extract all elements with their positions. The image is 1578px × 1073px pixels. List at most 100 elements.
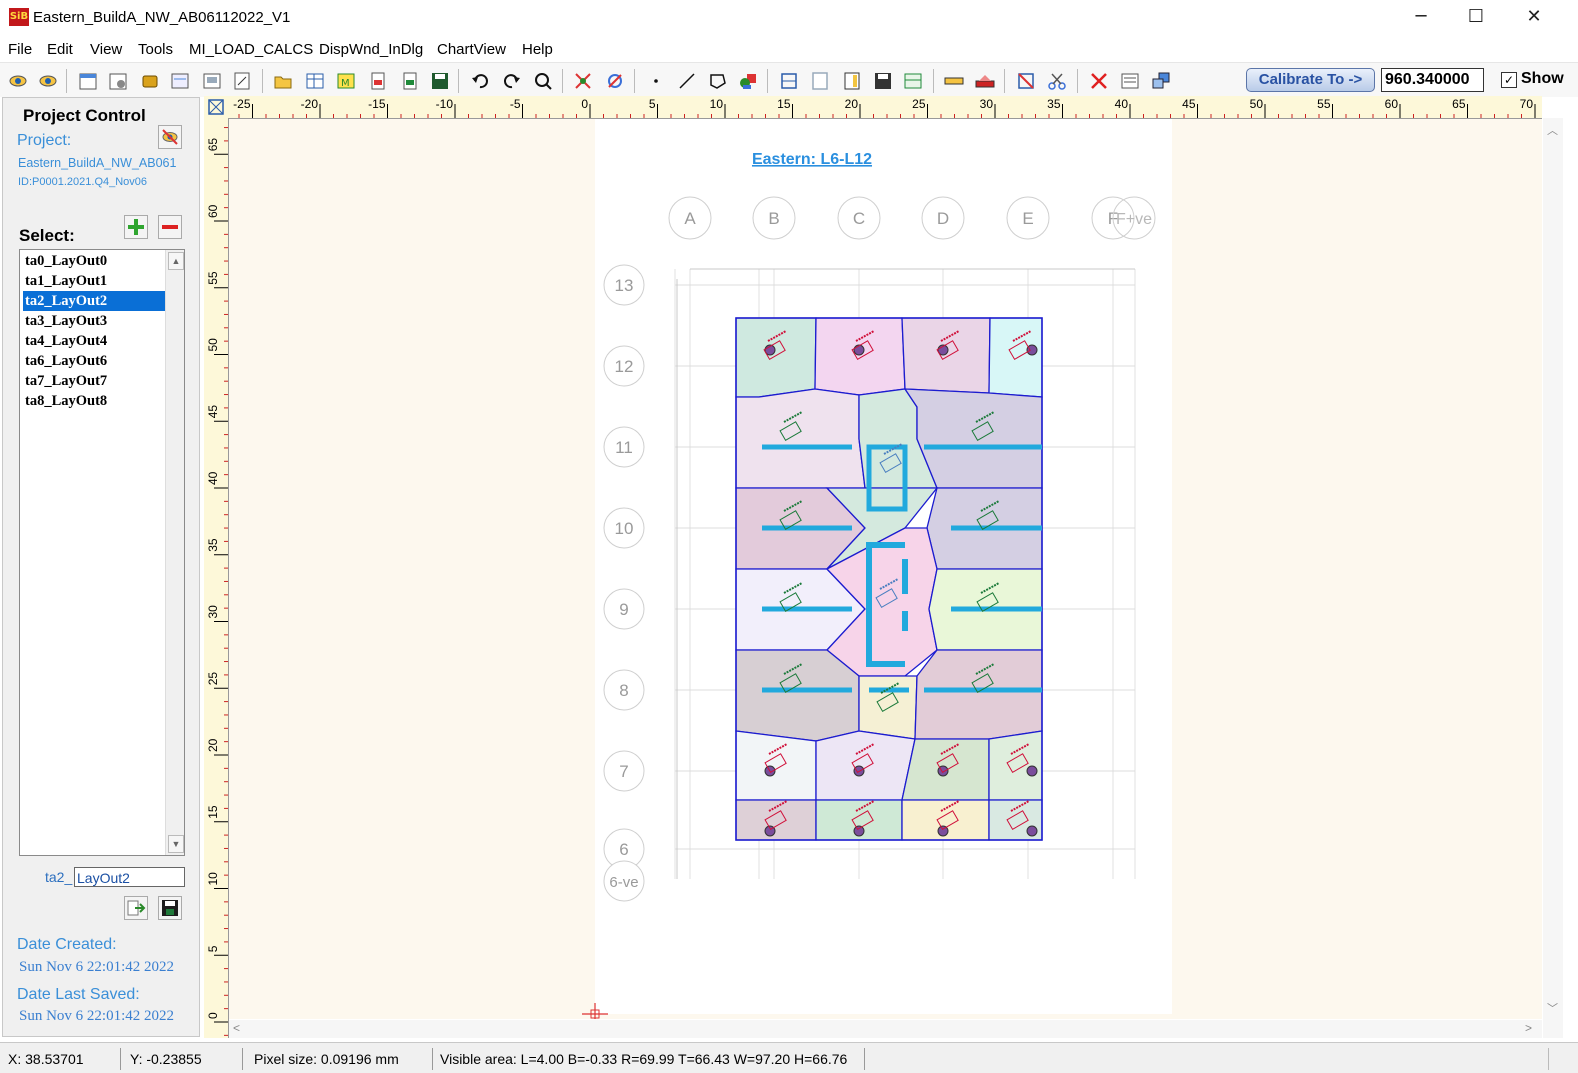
tributary-panel[interactable]	[901, 317, 991, 394]
list-item[interactable]: ta6_LayOut6	[23, 351, 165, 371]
list-item-selected[interactable]: ta2_LayOut2	[23, 291, 165, 311]
calibrate-value-input[interactable]: 960.340000	[1381, 68, 1484, 92]
tributary-panel[interactable]	[735, 317, 817, 398]
status-empty	[866, 1048, 1549, 1070]
menu-edit[interactable]: Edit	[47, 41, 73, 58]
node-link-icon[interactable]	[605, 71, 625, 91]
menu-view[interactable]: View	[90, 41, 122, 58]
close-button[interactable]: ✕	[1505, 0, 1563, 34]
line-icon[interactable]	[677, 71, 697, 91]
layout-listbox[interactable]: ta0_LayOut0 ta1_LayOut1 ta2_LayOut2 ta3_…	[19, 249, 185, 856]
minimize-button[interactable]: ─	[1392, 0, 1450, 34]
list-properties-icon[interactable]	[1120, 71, 1140, 91]
menu-file[interactable]: File	[8, 41, 32, 58]
tributary-panel[interactable]	[988, 317, 1043, 398]
add-layout-button[interactable]	[124, 215, 148, 239]
export-layout-button[interactable]	[124, 896, 148, 920]
scroll-up-icon[interactable]: ▲	[168, 252, 184, 270]
eye-alt-icon[interactable]	[38, 71, 58, 91]
ruler-icon[interactable]	[944, 71, 964, 91]
ruler-red-icon[interactable]	[975, 71, 995, 91]
document-icon[interactable]	[842, 71, 862, 91]
column-dot[interactable]	[1026, 765, 1038, 777]
column-dot[interactable]	[853, 344, 865, 356]
scroll-right-icon[interactable]: >	[1525, 1021, 1532, 1035]
menu-dispwnd[interactable]: DispWnd_InDlg	[319, 41, 423, 58]
save-icon[interactable]	[430, 71, 450, 91]
list-item[interactable]: ta4_LayOut4	[23, 331, 165, 351]
project-visibility-button[interactable]	[158, 125, 182, 149]
save-layout-button[interactable]	[158, 896, 182, 920]
tributary-panel[interactable]	[988, 730, 1043, 801]
list-item[interactable]: ta0_LayOut0	[23, 251, 165, 271]
excel-icon[interactable]	[400, 71, 420, 91]
scroll-down-icon[interactable]: ﹀	[1547, 1000, 1558, 1016]
grid-table-icon[interactable]	[305, 71, 325, 91]
page-export-icon[interactable]	[232, 71, 252, 91]
image-m-icon[interactable]: M	[336, 71, 356, 91]
menu-chartview[interactable]: ChartView	[437, 41, 506, 58]
page-view-icon[interactable]	[810, 71, 830, 91]
undo-icon[interactable]	[470, 71, 490, 91]
tributary-panel[interactable]	[735, 649, 860, 742]
list-item[interactable]: ta8_LayOut8	[23, 391, 165, 411]
tributary-panel[interactable]	[858, 675, 918, 740]
menu-mi-load-calcs[interactable]: MI_LOAD_CALCS	[189, 41, 313, 58]
print-layout-icon[interactable]	[202, 71, 222, 91]
ruler-corner[interactable]	[204, 96, 228, 118]
eye-icon[interactable]	[8, 71, 28, 91]
maximize-button[interactable]: ☐	[1447, 0, 1505, 34]
toolbar-separator	[66, 69, 67, 93]
scroll-down-icon[interactable]: ▼	[168, 835, 184, 853]
window-list-icon[interactable]	[170, 71, 190, 91]
floor-plan-drawing[interactable]: Eastern: L6-L12 A B C D E FF+ve1312111098766-…	[229, 119, 1542, 1019]
pdf-icon[interactable]	[368, 71, 388, 91]
drawing-canvas[interactable]: Eastern: L6-L12 A B C D E F F+ve 13 12 11 10 9 8 7 6 6-…	[229, 119, 1542, 1019]
tributary-panel[interactable]	[735, 730, 817, 801]
node-cross-icon[interactable]	[573, 71, 593, 91]
tributary-panel[interactable]	[815, 730, 916, 801]
point-icon[interactable]	[646, 71, 666, 91]
polygon-icon[interactable]	[708, 71, 728, 91]
ruler-top-label: -10	[436, 97, 454, 111]
calendar-settings-icon[interactable]	[108, 71, 128, 91]
spreadsheet-icon[interactable]	[903, 71, 923, 91]
remove-layout-button[interactable]	[158, 215, 182, 239]
open-folder-icon[interactable]	[273, 71, 293, 91]
list-item[interactable]: ta7_LayOut7	[23, 371, 165, 391]
stack-icon[interactable]	[140, 71, 160, 91]
delete-x-icon[interactable]	[1089, 71, 1109, 91]
horizontal-ruler: -25 -20 -15 -10 -5 0 5 10 15 20 25 30 35 40 45 50 55 60 65…	[227, 96, 1542, 119]
list-item[interactable]: ta3_LayOut3	[23, 311, 165, 331]
column-dot[interactable]	[853, 825, 865, 837]
menu-help[interactable]: Help	[522, 41, 553, 58]
calendar-icon[interactable]	[78, 71, 98, 91]
listbox-scrollbar[interactable]: ▲ ▼	[165, 250, 184, 855]
canvas-horizontal-scrollbar[interactable]: < >	[229, 1020, 1542, 1038]
status-visible-area: Visible area: L=4.00 B=-0.33 R=69.99 T=6…	[432, 1048, 865, 1070]
save-all-icon[interactable]	[873, 71, 893, 91]
calibrate-button[interactable]: Calibrate To ->	[1246, 68, 1375, 92]
layout-tree-icon[interactable]	[779, 71, 799, 91]
scroll-up-icon[interactable]: ︿	[1547, 122, 1558, 138]
zoom-icon[interactable]	[533, 71, 553, 91]
shapes-color-icon[interactable]	[738, 71, 758, 91]
tributary-panel[interactable]	[914, 649, 1043, 740]
layout-name-input[interactable]: LayOut2	[74, 867, 185, 887]
column-dot[interactable]	[1026, 825, 1038, 837]
ruler-top-label: 10	[710, 97, 724, 111]
menu-tools[interactable]: Tools	[138, 41, 173, 58]
ruler-left-label: 35	[206, 538, 220, 552]
project-control-title: Project Control	[23, 106, 146, 125]
redo-icon[interactable]	[502, 71, 522, 91]
windows-cascade-icon[interactable]	[1151, 71, 1171, 91]
tributary-panel[interactable]	[735, 388, 866, 489]
canvas-vertical-scrollbar[interactable]: ︿ ﹀	[1543, 118, 1563, 1038]
scroll-left-icon[interactable]: <	[233, 1021, 240, 1035]
network-icon[interactable]	[1016, 71, 1036, 91]
scissors-icon[interactable]	[1047, 71, 1067, 91]
list-item[interactable]: ta1_LayOut1	[23, 271, 165, 291]
tributary-panel[interactable]	[814, 317, 906, 396]
tributary-panel[interactable]	[735, 799, 817, 841]
show-checkbox[interactable]: ✓	[1501, 72, 1517, 88]
